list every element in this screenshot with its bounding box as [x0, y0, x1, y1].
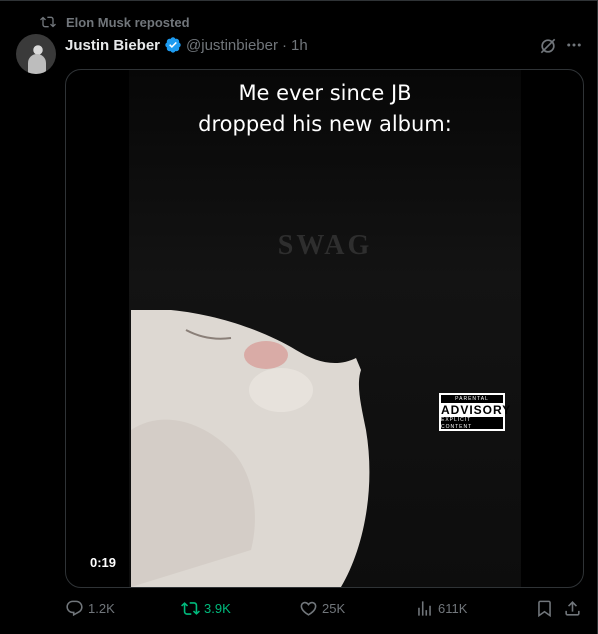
- bookmark-button[interactable]: [535, 597, 554, 619]
- share-button[interactable]: [563, 597, 582, 619]
- top-divider: [0, 0, 598, 1]
- repost-text: Elon Musk reposted: [66, 14, 190, 30]
- author-name[interactable]: Justin Bieber: [65, 37, 160, 54]
- reply-count: 1.2K: [88, 600, 115, 616]
- like-button[interactable]: 25K: [299, 597, 345, 619]
- tweet-header: Justin Bieber @justinbieber · 1h: [65, 35, 308, 55]
- reply-icon: [66, 600, 83, 616]
- separator-dot: ·: [281, 36, 287, 54]
- video-frame: Me ever since JB dropped his new album: …: [129, 70, 521, 587]
- caption-line-1: Me ever since JB: [238, 81, 412, 105]
- grok-icon[interactable]: [538, 36, 558, 56]
- advisory-top: PARENTAL: [455, 396, 489, 402]
- views-count: 611K: [438, 600, 468, 616]
- heart-icon: [300, 601, 317, 616]
- video-player[interactable]: Me ever since JB dropped his new album: …: [65, 69, 584, 588]
- reply-button[interactable]: 1.2K: [65, 597, 115, 619]
- action-bar: 1.2K 3.9K 25K 611K: [65, 597, 585, 619]
- repost-count: 3.9K: [204, 600, 231, 616]
- bookmark-icon: [538, 600, 551, 617]
- author-handle[interactable]: @justinbieber: [186, 37, 278, 54]
- repost-icon: [40, 16, 56, 28]
- more-options-icon[interactable]: [565, 36, 583, 54]
- views-button[interactable]: 611K: [415, 597, 467, 619]
- video-caption: Me ever since JB dropped his new album:: [129, 78, 521, 140]
- caption-line-2: dropped his new album:: [198, 112, 452, 136]
- advisory-bottom: EXPLICIT CONTENT: [441, 417, 473, 430]
- repost-button[interactable]: 3.9K: [181, 597, 231, 619]
- advisory-main: ADVISORY: [441, 403, 512, 417]
- post-time[interactable]: 1h: [291, 37, 308, 54]
- like-count: 25K: [322, 600, 346, 616]
- repost-action-icon: [181, 601, 200, 615]
- verified-badge-icon[interactable]: [164, 36, 182, 54]
- cat-image: [131, 310, 370, 587]
- album-title: SWAG: [277, 230, 373, 261]
- analytics-icon: [418, 600, 431, 616]
- parental-advisory-label: PARENTAL ADVISORY EXPLICIT CONTENT: [439, 393, 512, 431]
- avatar[interactable]: [16, 34, 56, 74]
- share-icon: [565, 600, 580, 616]
- repost-indicator[interactable]: Elon Musk reposted: [40, 14, 190, 30]
- video-duration: 0:19: [90, 555, 117, 570]
